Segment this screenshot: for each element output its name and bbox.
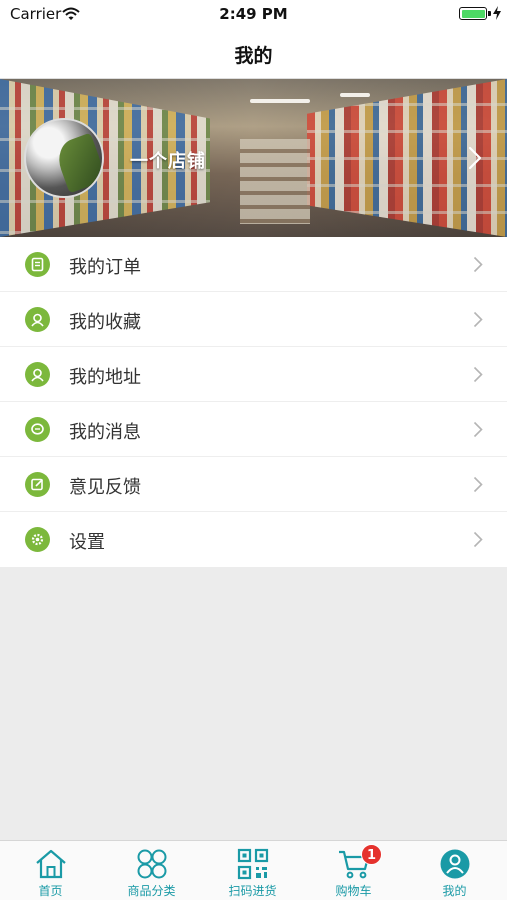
banner-ceiling-light (340, 93, 370, 97)
shop-name: 一个店铺 (130, 151, 206, 172)
chevron-right-icon (473, 476, 483, 497)
qr-scan-icon (237, 848, 269, 880)
tab-bar: 首页 商品分类 扫码进货 1 购物车 我的 (0, 840, 507, 900)
chevron-right-icon[interactable] (468, 146, 482, 174)
menu-item-label: 设置 (69, 532, 105, 553)
menu-item-address[interactable]: 我的地址 (0, 347, 507, 402)
chevron-right-icon (473, 421, 483, 442)
menu-list: 我的订单 我的收藏 我的地址 我的消息 意见反馈 设置 (0, 237, 507, 567)
tab-label: 商品分类 (127, 884, 176, 898)
category-icon (137, 849, 167, 879)
tab-home[interactable]: 首页 (0, 841, 101, 900)
chevron-right-icon (473, 366, 483, 387)
tab-cart[interactable]: 1 购物车 (303, 841, 404, 900)
banner-ceiling-light (250, 99, 310, 103)
tab-label: 首页 (38, 884, 63, 898)
cart-badge: 1 (361, 844, 382, 865)
chevron-right-icon (473, 311, 483, 332)
charging-icon (493, 5, 501, 24)
tab-label: 我的 (442, 884, 467, 898)
shop-avatar[interactable] (24, 118, 104, 198)
battery-cap (488, 11, 491, 16)
menu-item-settings[interactable]: 设置 (0, 512, 507, 567)
chevron-right-icon (473, 531, 483, 552)
settings-icon (25, 527, 50, 552)
navigation-bar: 我的 (0, 28, 507, 79)
tab-profile[interactable]: 我的 (404, 841, 505, 900)
menu-item-label: 意见反馈 (69, 477, 141, 498)
address-icon (25, 362, 50, 387)
message-icon (25, 417, 50, 442)
feedback-icon (25, 472, 50, 497)
favorites-icon (25, 307, 50, 332)
banner-background-aisle (240, 139, 310, 224)
order-icon (25, 252, 50, 277)
page-title: 我的 (234, 45, 273, 67)
home-icon (36, 849, 66, 879)
chevron-right-icon (473, 256, 483, 277)
status-bar: Carrier 2:49 PM (0, 0, 507, 28)
tab-qr-scan[interactable]: 扫码进货 (202, 841, 303, 900)
menu-item-label: 我的地址 (69, 367, 141, 388)
tab-label: 购物车 (335, 884, 372, 898)
menu-item-label: 我的收藏 (69, 312, 141, 333)
menu-item-label: 我的消息 (69, 422, 141, 443)
battery-icon (459, 7, 487, 20)
tab-category[interactable]: 商品分类 (101, 841, 202, 900)
menu-item-label: 我的订单 (69, 257, 141, 278)
tab-label: 扫码进货 (228, 884, 277, 898)
profile-icon (440, 849, 470, 879)
menu-item-favorites[interactable]: 我的收藏 (0, 292, 507, 347)
clock: 2:49 PM (219, 5, 288, 23)
menu-item-feedback[interactable]: 意见反馈 (0, 457, 507, 512)
menu-item-orders[interactable]: 我的订单 (0, 237, 507, 292)
menu-item-messages[interactable]: 我的消息 (0, 402, 507, 457)
